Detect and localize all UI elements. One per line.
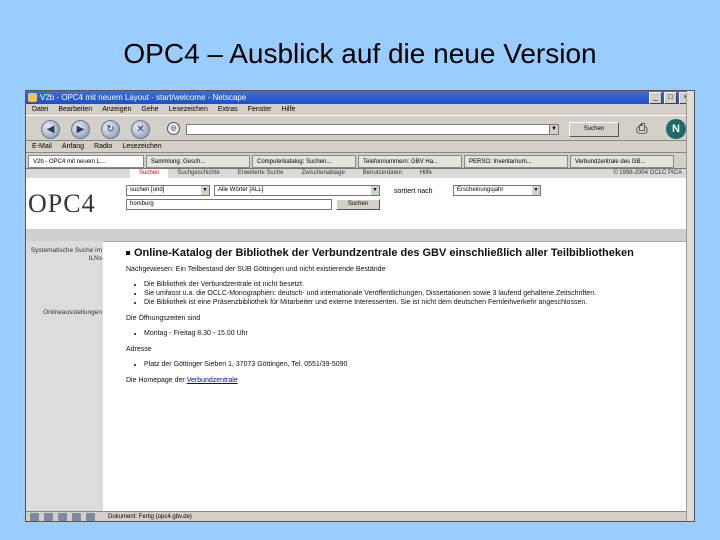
opc4-logo: OPC4 (28, 189, 96, 218)
forward-icon[interactable]: ▶ (71, 120, 90, 139)
print-icon[interactable]: ⎙ (631, 118, 653, 138)
stop-icon[interactable]: ✕ (131, 120, 150, 139)
search-field-select[interactable]: suchen [und] ▼ (126, 185, 210, 196)
menu-bar: Datei Bearbeiten Anzeigen Gehe Lesezeich… (26, 104, 694, 115)
chevron-down-icon: ▼ (532, 186, 540, 195)
back-icon[interactable]: ◀ (41, 120, 60, 139)
hours-list: Montag - Freitag 8.30 - 15.00 Uhr (126, 330, 681, 338)
window-title: V2b - OPC4 mit neuem Layout - start/welc… (40, 93, 247, 102)
toolbar-anfang[interactable]: Anfang (62, 141, 84, 152)
url-dropdown-icon[interactable]: ▼ (549, 124, 559, 135)
search-button[interactable]: Suchen (336, 199, 380, 210)
list-item: Sie umfasst u.a. die OCLC-Monographien: … (144, 290, 681, 298)
toolbar-email[interactable]: E-Mail (32, 141, 52, 152)
search-field-value: suchen [und] (130, 187, 165, 193)
nav-suchgeschichte[interactable]: Suchgeschichte (168, 169, 228, 178)
status-icons (30, 513, 95, 521)
nav-hilfe[interactable]: Hilfe (411, 169, 441, 178)
sort-value: Erscheinungsjahr (457, 187, 504, 193)
browser-window: V2b - OPC4 mit neuem Layout - start/welc… (25, 90, 695, 522)
heading-bullet (126, 251, 130, 256)
tab-verbundzentrale[interactable]: Verbundzentrale des GB... (570, 155, 674, 168)
list-item: Montag - Freitag 8.30 - 15.00 Uhr (144, 330, 681, 338)
tab-sammlung[interactable]: Sammlung: Gesch... (146, 155, 250, 168)
list-item: Die Bibliothek ist eine Präsenzbibliothe… (144, 299, 681, 307)
vertical-scrollbar[interactable] (686, 91, 694, 521)
menu-item-lesezeichen[interactable]: Lesezeichen (169, 104, 208, 115)
opc-navigation: Suchen Suchgeschichte Erweiterte Suche Z… (26, 169, 686, 178)
nav-suchen[interactable]: Suchen (130, 169, 169, 178)
search-index-value: Alle Wörter [ALL] (218, 187, 264, 193)
sort-label: sortiert nach (394, 188, 433, 195)
sidebar-item-systematische-suche[interactable]: Systematische Suche im ILNs (30, 247, 102, 263)
page-icon: ◎ (167, 122, 180, 135)
address-list: Platz der Göttinger Sieben 1, 37073 Gött… (126, 361, 681, 369)
personal-toolbar: E-Mail Anfang Radio Lesezeichen (26, 141, 694, 153)
tab-computerkatalog[interactable]: Computerkatalog: Suchen... (252, 155, 356, 168)
netscape-logo-icon: N (666, 119, 686, 139)
homepage-link[interactable]: Verbundzentrale (187, 377, 238, 384)
addressbook-icon[interactable] (72, 513, 81, 521)
chat-icon[interactable] (86, 513, 95, 521)
page-heading: Online-Katalog der Bibliothek der Verbun… (126, 247, 681, 259)
address-label: Adresse (126, 346, 152, 353)
list-item: Die Bibliothek der Verbundzentrale ist n… (144, 281, 681, 289)
app-icon (28, 93, 37, 102)
page-heading-text: Online-Katalog der Bibliothek der Verbun… (134, 247, 634, 259)
hours-label: Die Öffnungszeiten sind (126, 315, 201, 322)
minimize-button[interactable]: _ (649, 92, 662, 104)
composer-icon[interactable] (58, 513, 67, 521)
header-band (26, 229, 686, 242)
nav-zwischenablage[interactable]: Zwischenablage (292, 169, 353, 178)
status-bar: Dokument: Fertig (opc4.gbv.de) (26, 511, 686, 521)
tab-telefonnummern[interactable]: Telefonnummern: GBV Ha... (358, 155, 462, 168)
menu-item-anzeigen[interactable]: Anzeigen (102, 104, 131, 115)
toolbar-lesezeichen[interactable]: Lesezeichen (122, 141, 161, 152)
sidebar: Systematische Suche im ILNs Onlineausste… (26, 241, 103, 511)
slide-title: OPC4 – Ausblick auf die neue Version (123, 38, 597, 69)
browser-search-button[interactable]: Suchen (569, 122, 619, 137)
sort-select[interactable]: Erscheinungsjahr ▼ (453, 185, 541, 196)
maximize-button[interactable]: □ (664, 92, 677, 104)
sidebar-item-onlineausstellungen[interactable]: Onlineausstellungen (30, 309, 102, 317)
menu-item-hilfe[interactable]: Hilfe (281, 104, 295, 115)
navigator-icon[interactable] (30, 513, 39, 521)
tab-opc4[interactable]: V2b - OPC4 mit neuem L... (28, 155, 144, 168)
reload-icon[interactable]: ↻ (101, 120, 120, 139)
search-input[interactable]: homburg (126, 199, 332, 210)
mail-icon[interactable] (44, 513, 53, 521)
status-text: Dokument: Fertig (opc4.gbv.de) (108, 514, 192, 520)
navigation-toolbar: ◀ ▶ ↻ ✕ ◎ ▼ Suchen ⎙ N (26, 115, 694, 141)
menu-item-gehe[interactable]: Gehe (141, 104, 158, 115)
search-index-select[interactable]: Alle Wörter [ALL] ▼ (214, 185, 380, 196)
copyright-text: © 1998-2004 OCLC PICA (613, 170, 682, 176)
browser-titlebar: V2b - OPC4 mit neuem Layout - start/welc… (26, 91, 694, 104)
menu-item-extras[interactable]: Extras (218, 104, 238, 115)
menu-item-datei[interactable]: Datei (32, 104, 48, 115)
list-item: Platz der Göttinger Sieben 1, 37073 Gött… (144, 361, 681, 369)
main-content: Online-Katalog der Bibliothek der Verbun… (126, 247, 681, 392)
homepage-prefix: Die Homepage der (126, 377, 187, 384)
toolbar-radio[interactable]: Radio (94, 141, 112, 152)
nachgewiesen-text: Nachgewiesen: Ein Teilbestand der SUB Gö… (126, 266, 386, 273)
page-content: Suchen Suchgeschichte Erweiterte Suche Z… (26, 169, 686, 511)
chevron-down-icon: ▼ (371, 186, 379, 195)
flag-icon[interactable] (26, 169, 130, 178)
tab-perso[interactable]: PERSO: Inventarnum... (464, 155, 568, 168)
nav-benutzerdaten[interactable]: Benutzerdaten (354, 169, 411, 178)
homepage-line: Die Homepage der Verbundzentrale (126, 376, 681, 385)
menu-item-bearbeiten[interactable]: Bearbeiten (58, 104, 92, 115)
chevron-down-icon: ▼ (201, 186, 209, 195)
url-input[interactable] (186, 124, 559, 135)
tab-bar: V2b - OPC4 mit neuem L... Sammlung: Gesc… (26, 153, 694, 169)
menu-item-fenster[interactable]: Fenster (248, 104, 272, 115)
info-list: Die Bibliothek der Verbundzentrale ist n… (126, 281, 681, 307)
nav-erweiterte-suche[interactable]: Erweiterte Suche (229, 169, 293, 178)
